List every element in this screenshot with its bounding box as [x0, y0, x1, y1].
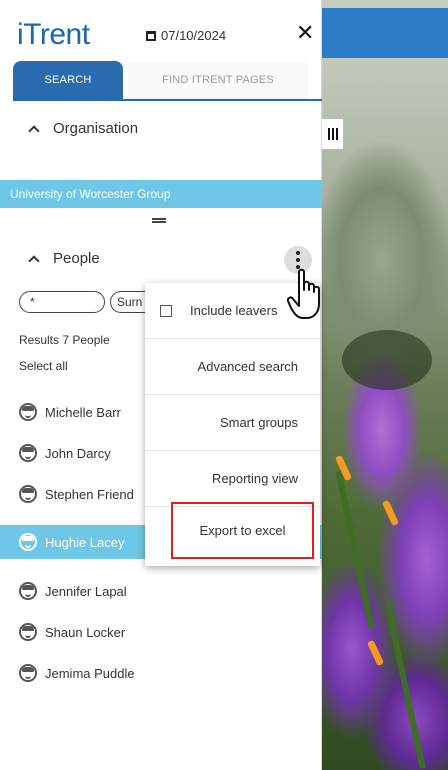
- date-display[interactable]: 07/10/2024: [146, 28, 226, 43]
- person-avatar-icon: [19, 582, 37, 600]
- name-filter-input[interactable]: *: [19, 291, 105, 313]
- person-row[interactable]: Shaun Locker: [0, 615, 322, 649]
- chevron-up-icon: [28, 254, 40, 267]
- tab-search[interactable]: SEARCH: [13, 61, 123, 99]
- person-row[interactable]: Jennifer Lapal: [0, 574, 322, 608]
- background-image: [322, 0, 448, 770]
- options-menu: Include leavers Advanced search Smart gr…: [145, 283, 320, 566]
- person-name: Stephen Friend: [45, 486, 134, 502]
- organisation-item-selected[interactable]: University of Worcester Group: [0, 180, 322, 208]
- organisation-heading: Organisation: [53, 120, 139, 137]
- tab-underline: [13, 99, 322, 101]
- organisation-section-header[interactable]: Organisation: [28, 120, 139, 137]
- person-name: Jemima Puddle: [45, 665, 135, 681]
- person-name: Shaun Locker: [45, 624, 126, 640]
- include-leavers-label: Include leavers: [190, 303, 278, 318]
- person-name: Michelle Barr: [45, 404, 121, 420]
- person-row[interactable]: Jemima Puddle: [0, 656, 322, 690]
- person-name: Jennifer Lapal: [45, 583, 127, 599]
- photo-stem: [335, 471, 375, 629]
- person-avatar-icon: [19, 485, 37, 503]
- people-section-header[interactable]: People: [28, 250, 100, 267]
- menu-item-smart-groups[interactable]: Smart groups: [145, 395, 320, 451]
- results-count: Results 7 People: [19, 333, 110, 347]
- hand-cursor-icon: [287, 268, 320, 319]
- date-text: 07/10/2024: [161, 28, 227, 43]
- chevron-up-icon: [28, 124, 40, 137]
- tab-bar: SEARCH FIND ITRENT PAGES: [13, 61, 322, 99]
- top-bar: [322, 8, 448, 58]
- calendar-icon: [146, 30, 156, 41]
- person-avatar-icon: [19, 444, 37, 462]
- menu-item-reporting-view[interactable]: Reporting view: [145, 451, 320, 507]
- select-all-link[interactable]: Select all: [19, 359, 68, 373]
- include-leavers-checkbox[interactable]: [160, 304, 172, 317]
- person-name: John Darcy: [45, 445, 111, 461]
- tab-find-itrent-pages[interactable]: FIND ITRENT PAGES: [128, 61, 308, 99]
- person-avatar-icon: [19, 623, 37, 641]
- panel-toggle-button[interactable]: [322, 118, 344, 150]
- photo-stem: [384, 601, 426, 769]
- person-avatar-icon: [19, 533, 37, 551]
- person-avatar-icon: [19, 664, 37, 682]
- menu-item-export-to-excel[interactable]: Export to excel: [171, 502, 314, 559]
- people-heading: People: [53, 250, 100, 267]
- photo-shadow: [342, 330, 432, 390]
- menu-item-advanced-search[interactable]: Advanced search: [145, 339, 320, 395]
- surname-filter-input[interactable]: Surn: [110, 291, 150, 313]
- close-icon[interactable]: ✕: [296, 21, 314, 45]
- photo-stamen: [381, 499, 400, 527]
- itrent-logo: iTrent: [17, 18, 90, 51]
- resize-handle[interactable]: [152, 218, 166, 223]
- person-name: Hughie Lacey: [45, 534, 125, 550]
- photo-stamen: [366, 639, 385, 667]
- person-avatar-icon: [19, 403, 37, 421]
